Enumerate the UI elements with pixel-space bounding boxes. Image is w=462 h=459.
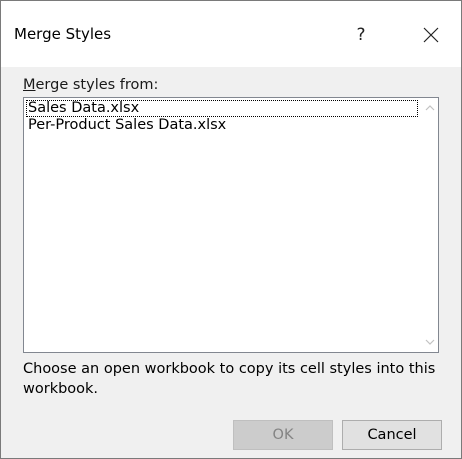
title-bar: Merge Styles ? (1, 1, 461, 67)
list-item-sales-data[interactable]: Sales Data.xlsx (26, 100, 418, 117)
chevron-down-icon (425, 339, 434, 345)
close-button[interactable] (409, 15, 453, 55)
label-text: erge styles from: (35, 77, 159, 93)
scroll-down-button[interactable] (421, 334, 438, 351)
description-text: Choose an open workbook to copy its cell… (23, 361, 436, 397)
workbook-listbox[interactable]: Sales Data.xlsx Per-Product Sales Data.x… (23, 97, 439, 353)
ok-button[interactable]: OK (233, 420, 333, 450)
dialog-title: Merge Styles (14, 25, 112, 43)
merge-styles-from-label: Merge styles from: (23, 77, 158, 93)
help-button[interactable]: ? (341, 15, 381, 55)
cancel-button[interactable]: Cancel (342, 420, 442, 450)
scroll-up-button[interactable] (421, 99, 438, 116)
chevron-up-icon (425, 105, 434, 111)
list-item-per-product-sales-data[interactable]: Per-Product Sales Data.xlsx (26, 117, 226, 134)
accesskey-letter: M (23, 77, 36, 93)
close-icon (423, 27, 439, 43)
vertical-scrollbar[interactable] (421, 98, 438, 352)
merge-styles-dialog: Merge Styles ? Merge styles from: Sales … (0, 0, 462, 459)
